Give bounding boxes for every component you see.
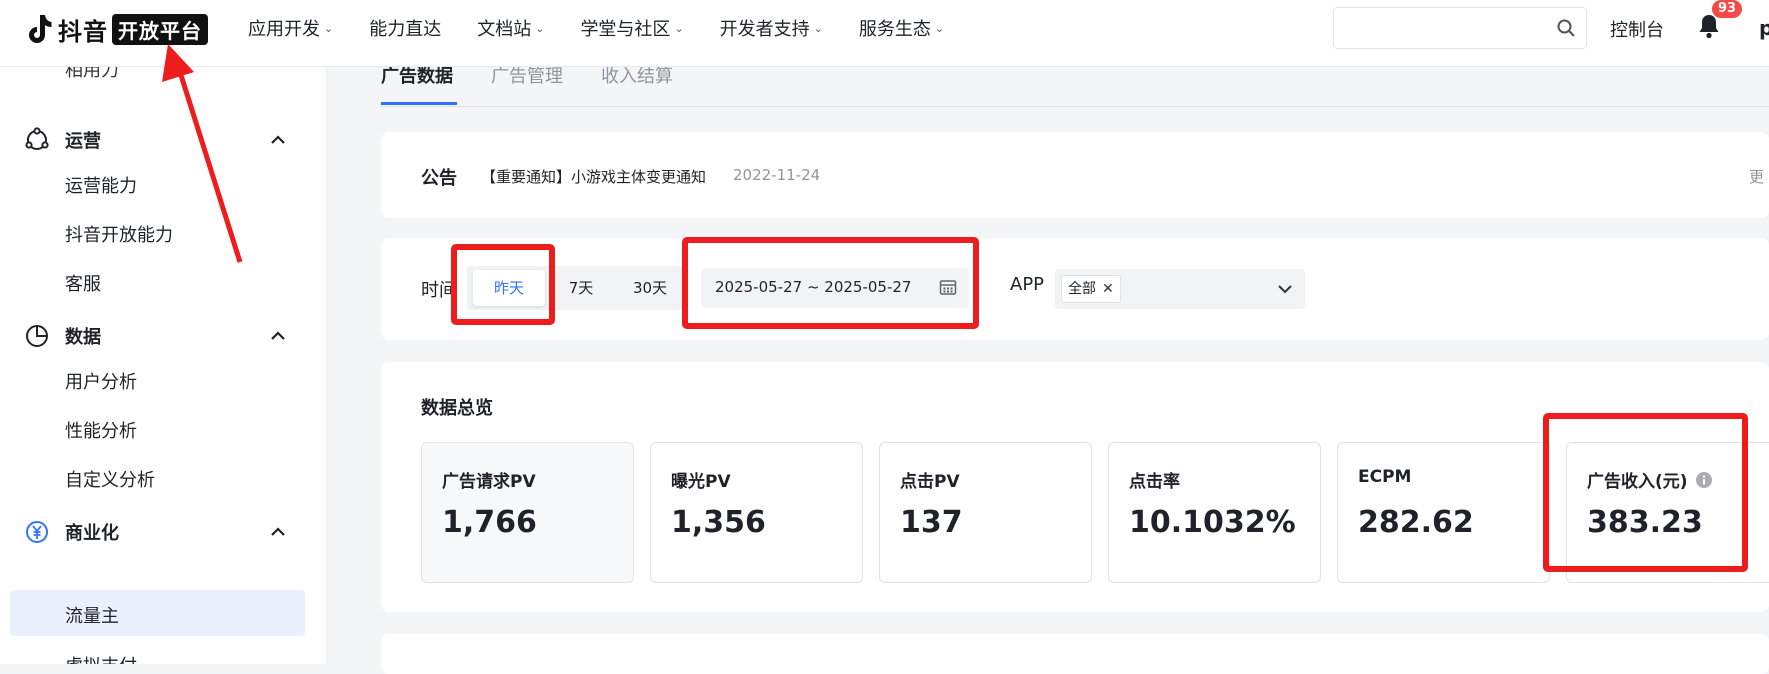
nav-item-support[interactable]: 开发者支持 ⌄ <box>720 15 823 41</box>
metric-value: 1,356 <box>671 505 766 540</box>
notice-card: 公告 【重要通知】小游戏主体变更通知 2022-11-24 更 <box>381 132 1769 218</box>
metric-label: 点击率 <box>1129 472 1180 492</box>
metric-value: 1,766 <box>442 505 537 540</box>
annotation-box-date-range <box>682 237 979 329</box>
metric-card-click-pv: 点击PV 137 <box>879 442 1092 583</box>
sidebar-item-traffic-owner[interactable]: 流量主 <box>65 602 119 628</box>
sidebar: 相用力 运营 运营能力 抖音开放能力 客服 数据 用户分析 性能分析 自定义分析… <box>0 66 327 664</box>
chevron-down-icon <box>1278 285 1292 294</box>
notification-badge: 93 <box>1712 0 1743 18</box>
nav-item-label: 应用开发 <box>248 19 320 40</box>
douyin-logo-icon <box>29 15 52 43</box>
avatar[interactable]: p <box>1759 16 1769 40</box>
sidebar-item-operations-capability[interactable]: 运营能力 <box>65 172 137 198</box>
chevron-up-icon[interactable] <box>270 132 286 148</box>
annotation-box-yesterday <box>451 244 555 325</box>
notice-title: 公告 <box>421 168 457 189</box>
close-icon[interactable]: ✕ <box>1102 276 1114 302</box>
search-input[interactable] <box>1333 7 1587 49</box>
app-tag-label: 全部 <box>1068 281 1096 297</box>
nav-item-app-dev[interactable]: 应用开发 ⌄ <box>248 15 333 41</box>
active-tab-indicator <box>381 102 457 105</box>
app-tag: 全部 ✕ <box>1061 275 1121 303</box>
segment-30-days[interactable]: 30天 <box>617 270 683 306</box>
sidebar-item-user-analysis[interactable]: 用户分析 <box>65 368 137 394</box>
nav-item-community[interactable]: 学堂与社区 ⌄ <box>580 15 683 41</box>
sidebar-group-label: 数据 <box>65 327 101 348</box>
metric-label: 曝光PV <box>671 472 731 492</box>
annotation-box-ad-revenue <box>1543 413 1748 572</box>
nav-menu: 应用开发 ⌄ 能力直达 文档站 ⌄ 学堂与社区 ⌄ 开发者支持 ⌄ 服务生态 ⌄ <box>248 0 980 56</box>
nav-item-label: 能力直达 <box>369 19 442 40</box>
app-select[interactable]: 全部 ✕ <box>1055 269 1305 309</box>
nav-item-label: 服务生态 <box>858 19 931 40</box>
sidebar-group-operations[interactable]: 运营 <box>0 118 326 162</box>
chevron-down-icon: ⌄ <box>535 21 545 35</box>
nav-item-label: 文档站 <box>477 19 532 40</box>
logo[interactable]: 抖音 开放平台 <box>26 12 208 46</box>
logo-badge: 开放平台 <box>112 13 208 45</box>
nav-item-capabilities[interactable]: 能力直达 <box>369 15 441 41</box>
notice-link[interactable]: 【重要通知】小游戏主体变更通知 <box>481 166 706 187</box>
sidebar-item-performance-analysis[interactable]: 性能分析 <box>65 417 137 443</box>
overview-title: 数据总览 <box>421 398 493 419</box>
metric-value: 282.62 <box>1358 505 1474 540</box>
tabs-bar: 广告数据 广告管理 收入结算 <box>381 66 1769 107</box>
metric-card-click-rate: 点击率 10.1032% <box>1108 442 1321 583</box>
sidebar-item-douyin-open-capability[interactable]: 抖音开放能力 <box>65 221 173 247</box>
sidebar-item-partial[interactable]: 相用力 <box>65 66 119 82</box>
yuan-icon <box>26 521 48 543</box>
sidebar-item-custom-analysis[interactable]: 自定义分析 <box>65 466 155 492</box>
sidebar-group-label: 商业化 <box>65 523 119 544</box>
metric-value: 137 <box>900 505 963 540</box>
nav-item-ecosystem[interactable]: 服务生态 ⌄ <box>859 15 944 41</box>
sidebar-item-virtual-payment[interactable]: 虚拟支付 <box>65 652 137 664</box>
top-navigation: 抖音 开放平台 应用开发 ⌄ 能力直达 文档站 ⌄ 学堂与社区 ⌄ 开发者支持 ⌄ 服务… <box>0 0 1769 67</box>
segment-7-days[interactable]: 7天 <box>549 270 613 306</box>
nav-item-label: 开发者支持 <box>719 19 810 40</box>
filter-card: 时间 昨天 7天 30天 2025-05-27 ~ 2025-05-27 APP… <box>381 238 1769 340</box>
metric-label: 点击PV <box>900 472 960 492</box>
sidebar-group-data[interactable]: 数据 <box>0 314 326 358</box>
chevron-up-icon[interactable] <box>270 328 286 344</box>
search-icon[interactable] <box>1556 18 1576 38</box>
sidebar-item-customer-service[interactable]: 客服 <box>65 270 101 296</box>
operations-icon <box>25 127 49 150</box>
metric-card-ecpm: ECPM 282.62 <box>1337 442 1550 583</box>
notice-more-link[interactable]: 更 <box>1749 166 1764 187</box>
notice-date: 2022-11-24 <box>733 166 821 184</box>
sidebar-active-highlight <box>10 590 305 636</box>
metric-card-exposure-pv: 曝光PV 1,356 <box>650 442 863 583</box>
nav-item-docs[interactable]: 文档站 ⌄ <box>477 15 544 41</box>
app-label: APP <box>1010 274 1045 295</box>
metric-label: 广告请求PV <box>442 472 536 492</box>
chevron-down-icon: ⌄ <box>934 21 945 35</box>
console-link[interactable]: 控制台 <box>1610 16 1664 42</box>
chevron-up-icon[interactable] <box>270 524 286 540</box>
nav-item-label: 学堂与社区 <box>580 19 671 40</box>
metric-value: 10.1032% <box>1129 505 1296 540</box>
metric-card-ad-request-pv: 广告请求PV 1,766 <box>421 442 634 583</box>
sidebar-group-label: 运营 <box>65 131 101 152</box>
chevron-down-icon: ⌄ <box>674 21 684 35</box>
chevron-down-icon: ⌄ <box>813 21 823 35</box>
pie-chart-icon <box>26 325 48 347</box>
sidebar-group-monetization[interactable]: 商业化 <box>0 510 326 554</box>
next-card <box>381 634 1769 674</box>
metric-label: ECPM <box>1358 467 1412 487</box>
logo-text: 抖音 <box>58 17 108 46</box>
chevron-down-icon: ⌄ <box>324 21 334 35</box>
